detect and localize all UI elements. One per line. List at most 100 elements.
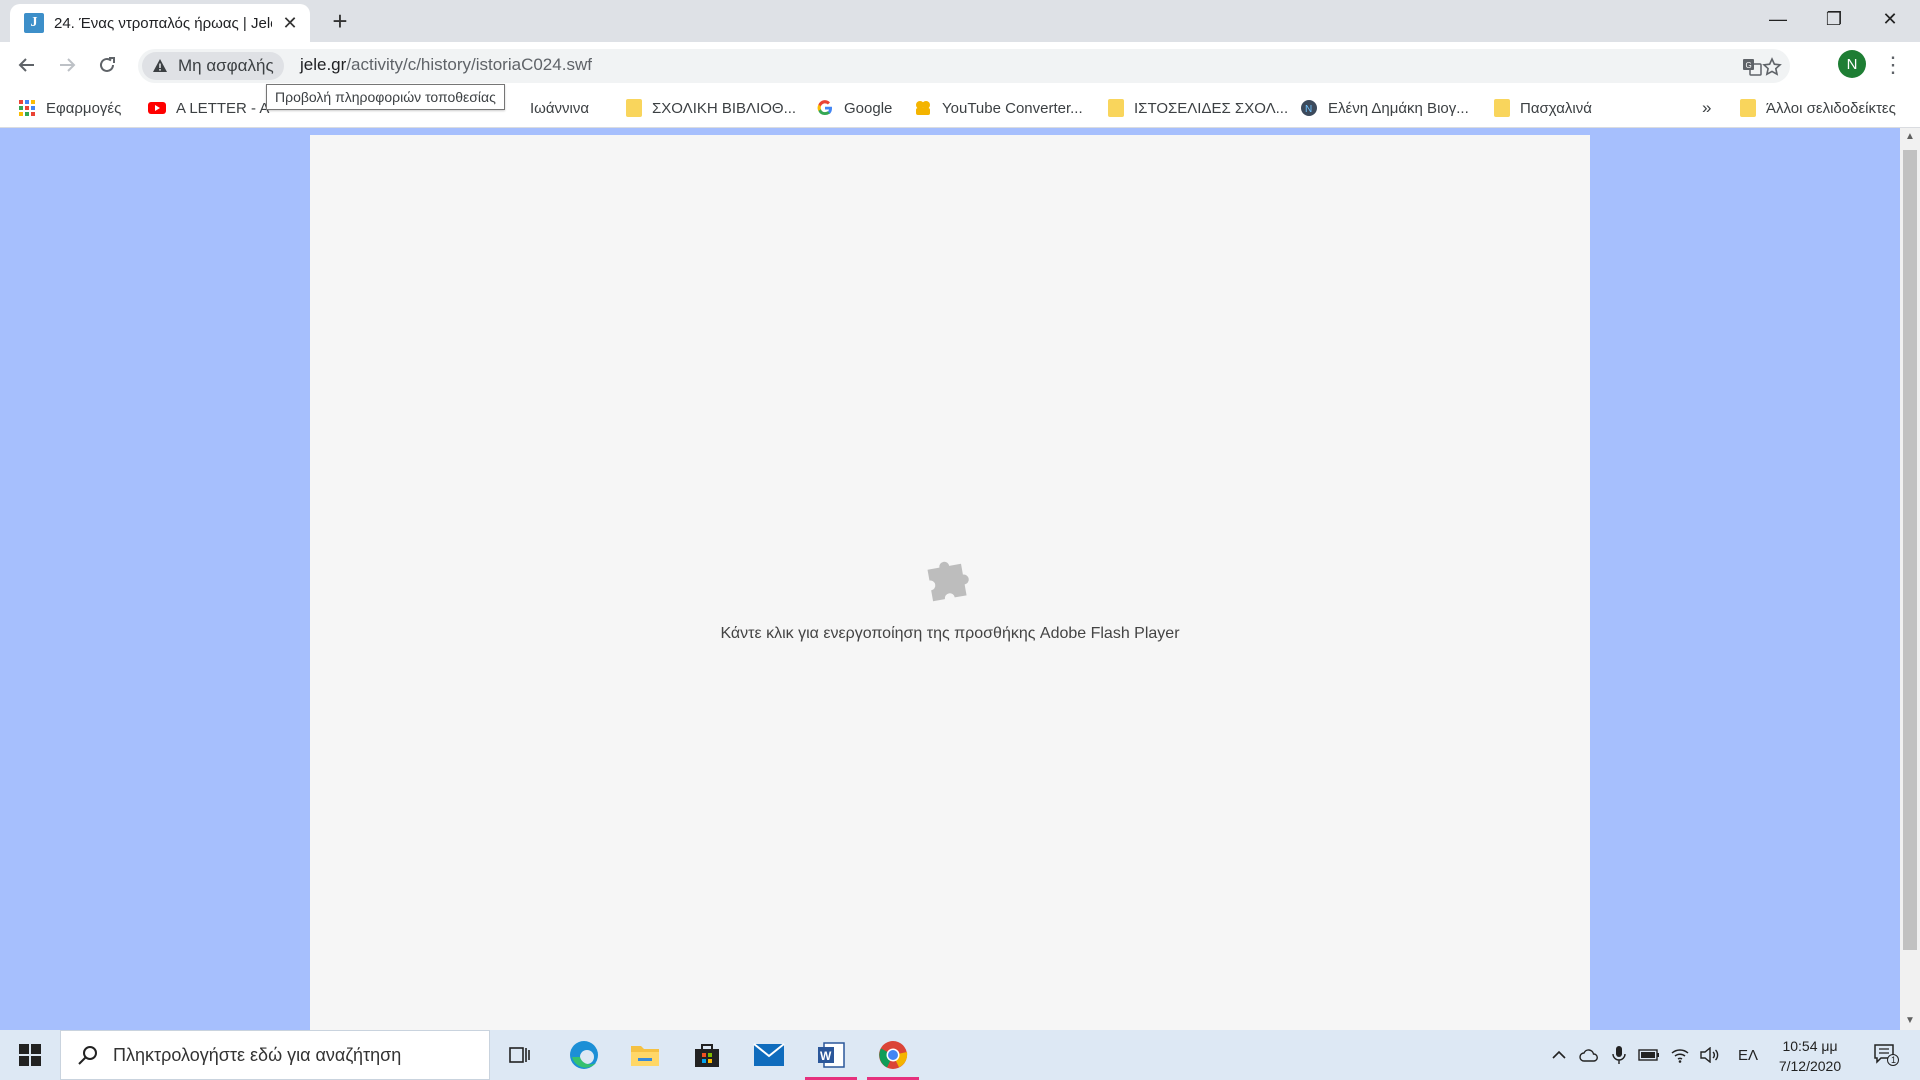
new-tab-button[interactable]: +: [326, 8, 354, 36]
bookmark-ioannina-label: Ιωάννινα: [530, 99, 590, 117]
bookmark-school-library[interactable]: ΣΧΟΛΙΚΗ ΒΙΒΛΙΟΘ...: [626, 96, 796, 120]
tab-close-icon[interactable]: ✕: [280, 13, 300, 34]
file-explorer-app[interactable]: [617, 1030, 673, 1080]
bookmark-eleni[interactable]: N Ελένη Δημάκη Βιογ...: [1300, 96, 1469, 120]
page-content: Κάντε κλικ για ενεργοποίηση της προσθήκη…: [0, 128, 1900, 1030]
speaker-icon: [1700, 1047, 1719, 1063]
wifi-icon: [1671, 1049, 1689, 1063]
site-info-tooltip: Προβολή πληροφοριών τοποθεσίας: [266, 84, 505, 110]
close-window-button[interactable]: ✕: [1862, 0, 1918, 38]
scroll-down-icon[interactable]: ▼: [1900, 1012, 1920, 1030]
flash-plugin-placeholder[interactable]: Κάντε κλικ για ενεργοποίηση της προσθήκη…: [310, 135, 1590, 1030]
security-label: Μη ασφαλής: [178, 56, 274, 75]
plugin-activation-message[interactable]: Κάντε κλικ για ενεργοποίηση της προσθήκη…: [310, 625, 1590, 643]
chrome-icon: [879, 1041, 908, 1069]
scroll-up-icon[interactable]: ▲: [1900, 128, 1920, 146]
search-placeholder: Πληκτρολογήστε εδώ για αναζήτηση: [113, 1044, 402, 1065]
battery-button[interactable]: [1636, 1030, 1662, 1080]
puzzle-piece-icon: [927, 561, 969, 602]
chrome-app[interactable]: [865, 1030, 921, 1080]
onedrive-button[interactable]: [1578, 1030, 1600, 1080]
chevron-up-icon: [1552, 1050, 1566, 1059]
task-view-button[interactable]: [492, 1030, 548, 1080]
edge-app[interactable]: [556, 1030, 612, 1080]
battery-icon: [1638, 1049, 1659, 1061]
clock-time: 10:54 μμ: [1782, 1038, 1838, 1054]
bookmark-easter[interactable]: Πασχαλινά: [1494, 96, 1592, 120]
action-center-button[interactable]: 1: [1866, 1030, 1906, 1080]
windows-logo-icon: [19, 1044, 41, 1066]
bookmark-a-letter-label: A LETTER - A: [176, 99, 270, 117]
scroll-thumb[interactable]: [1903, 150, 1917, 950]
chrome-menu-icon[interactable]: ⋮: [1882, 50, 1904, 80]
show-hidden-icons-button[interactable]: [1548, 1030, 1570, 1080]
jele-favicon-icon: J: [24, 13, 44, 33]
minimize-button[interactable]: —: [1750, 0, 1806, 38]
bookmark-youtube-converter-label: YouTube Converter...: [942, 99, 1083, 117]
search-icon: [78, 1046, 97, 1065]
folder-icon: [1740, 99, 1756, 117]
restore-button[interactable]: ❐: [1806, 0, 1862, 38]
youtube-icon: [148, 102, 166, 114]
edge-icon: [570, 1041, 598, 1069]
url-host: jele.gr: [300, 55, 347, 74]
svg-text:W: W: [820, 1049, 832, 1063]
volume-button[interactable]: [1698, 1030, 1722, 1080]
word-app[interactable]: W: [803, 1030, 859, 1080]
browser-tab[interactable]: J 24. Ένας ντροπαλός ήρωας | Jele ✕: [10, 4, 310, 42]
security-chip[interactable]: Μη ασφαλής: [142, 52, 284, 80]
notification-count: 1: [1891, 1055, 1897, 1065]
bookmark-school-sites[interactable]: ΙΣΤΟΣΕΛΙΔΕΣ ΣΧΟΛ...: [1108, 96, 1288, 120]
clock[interactable]: 10:54 μμ 7/12/2020: [1760, 1036, 1860, 1076]
forward-button[interactable]: [52, 50, 82, 80]
bookmark-easter-label: Πασχαλινά: [1520, 99, 1592, 117]
reload-icon: [100, 57, 115, 72]
converter-icon: [916, 101, 930, 115]
reload-button[interactable]: [92, 50, 122, 80]
translate-icon[interactable]: G: [1742, 57, 1762, 77]
mail-icon: [753, 1043, 785, 1066]
bookmark-school-sites-label: ΙΣΤΟΣΕΛΙΔΕΣ ΣΧΟΛ...: [1134, 99, 1289, 117]
mail-app[interactable]: [741, 1030, 797, 1080]
folder-icon: [631, 1046, 659, 1066]
taskbar-search-input[interactable]: Πληκτρολογήστε εδώ για αναζήτηση: [60, 1030, 490, 1080]
task-view-icon: [509, 1047, 530, 1063]
google-icon: [817, 100, 832, 116]
bookmark-other-folder[interactable]: Άλλοι σελιδοδείκτες: [1740, 96, 1896, 120]
store-app[interactable]: [679, 1030, 735, 1080]
bookmark-other-label: Άλλοι σελιδοδείκτες: [1766, 99, 1896, 117]
vertical-scrollbar[interactable]: ▲ ▼: [1900, 128, 1920, 1030]
bookmarks-overflow-button[interactable]: »: [1702, 96, 1711, 120]
site-logo-icon: N: [1301, 100, 1317, 116]
microphone-button[interactable]: [1608, 1030, 1630, 1080]
wifi-button[interactable]: [1668, 1030, 1692, 1080]
apps-grid-icon: [19, 100, 35, 116]
bookmark-youtube-converter[interactable]: YouTube Converter...: [914, 96, 1083, 120]
microphone-icon: [1612, 1046, 1626, 1064]
bookmark-apps-label: Εφαρμογές: [46, 99, 122, 117]
tab-title: 24. Ένας ντροπαλός ήρωας | Jele: [54, 14, 272, 32]
bookmark-google-label: Google: [844, 99, 893, 117]
folder-icon: [626, 99, 642, 117]
back-arrow-icon: [18, 58, 34, 72]
clock-date: 7/12/2020: [1778, 1058, 1842, 1074]
tab-strip: J 24. Ένας ντροπαλός ήρωας | Jele ✕ + — …: [0, 0, 1920, 42]
bookmark-ioannina[interactable]: Ιωάννινα: [530, 96, 589, 120]
bookmark-a-letter[interactable]: A LETTER - A: [148, 96, 269, 120]
folder-icon: [1494, 99, 1510, 117]
url-text[interactable]: jele.gr/activity/c/history/istoriaC024.s…: [300, 55, 592, 75]
address-bar[interactable]: Μη ασφαλής jele.gr/activity/c/history/is…: [138, 49, 1790, 83]
windows-taskbar: Πληκτρολογήστε εδώ για αναζήτηση W ΕΛ 10…: [0, 1030, 1920, 1080]
browser-toolbar: Μη ασφαλής jele.gr/activity/c/history/is…: [0, 42, 1920, 88]
url-path: /activity/c/history/istoriaC024.swf: [346, 55, 592, 74]
cloud-icon: [1579, 1049, 1598, 1062]
bookmark-apps[interactable]: Εφαρμογές: [18, 96, 121, 120]
bookmark-google[interactable]: Google: [816, 96, 892, 120]
bookmark-eleni-label: Ελένη Δημάκη Βιογ...: [1328, 99, 1469, 117]
svg-text:G: G: [1746, 61, 1752, 70]
back-button[interactable]: [12, 50, 42, 80]
start-button[interactable]: [0, 1030, 60, 1080]
bookmark-star-icon[interactable]: [1762, 57, 1782, 77]
profile-avatar[interactable]: N: [1838, 50, 1866, 78]
warning-triangle-icon: [153, 59, 167, 72]
